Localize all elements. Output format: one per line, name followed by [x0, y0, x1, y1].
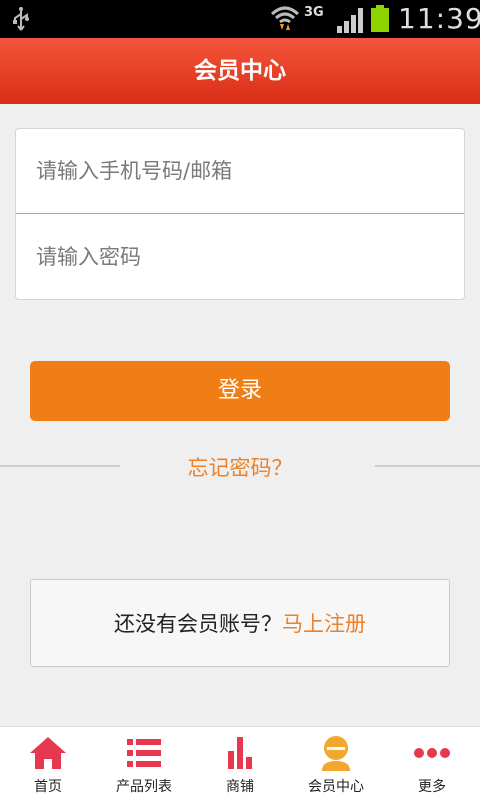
login-button-label: 登录 — [217, 378, 262, 403]
signal-icon — [337, 8, 363, 33]
account-input[interactable] — [34, 158, 438, 184]
status-bar: 3G 11:39 — [0, 0, 480, 38]
nav-item-home[interactable]: 首页 — [0, 727, 96, 801]
clock: 11:39 — [398, 2, 480, 35]
bar-chart-icon — [228, 737, 252, 769]
wifi-icon — [270, 6, 300, 30]
page-title: 会员中心 — [194, 58, 286, 84]
list-icon — [127, 739, 161, 767]
password-field — [16, 215, 464, 299]
member-icon — [322, 736, 350, 771]
usb-icon — [13, 7, 29, 31]
register-link[interactable]: 马上注册 — [282, 608, 366, 638]
login-button[interactable]: 登录 — [30, 361, 450, 421]
network-type: 3G — [304, 5, 324, 20]
bottom-nav: 首页 产品列表 商铺 会员中心 更多 — [0, 726, 480, 801]
forgot-password-link[interactable]: 忘记密码？ — [0, 452, 480, 482]
forgot-password-row: 忘记密码？ — [0, 448, 480, 484]
account-field — [16, 129, 464, 214]
register-prompt-text: 还没有会员账号？ — [114, 612, 282, 636]
nav-label-more: 更多 — [418, 779, 446, 795]
nav-item-product-list[interactable]: 产品列表 — [96, 727, 192, 801]
nav-item-more[interactable]: 更多 — [384, 727, 480, 801]
nav-item-shop[interactable]: 商铺 — [192, 727, 288, 801]
register-prompt-box: 还没有会员账号？ 马上注册 — [30, 579, 450, 667]
nav-label-member-center: 会员中心 — [308, 779, 364, 795]
login-form — [15, 128, 465, 300]
nav-label-product-list: 产品列表 — [116, 779, 172, 795]
more-dots-icon — [414, 748, 450, 758]
password-input[interactable] — [34, 244, 438, 270]
page-header: 会员中心 — [0, 38, 480, 104]
battery-icon — [371, 5, 389, 32]
home-icon — [30, 737, 66, 769]
nav-label-home: 首页 — [34, 779, 62, 795]
nav-item-member-center[interactable]: 会员中心 — [288, 727, 384, 801]
nav-label-shop: 商铺 — [226, 779, 254, 795]
